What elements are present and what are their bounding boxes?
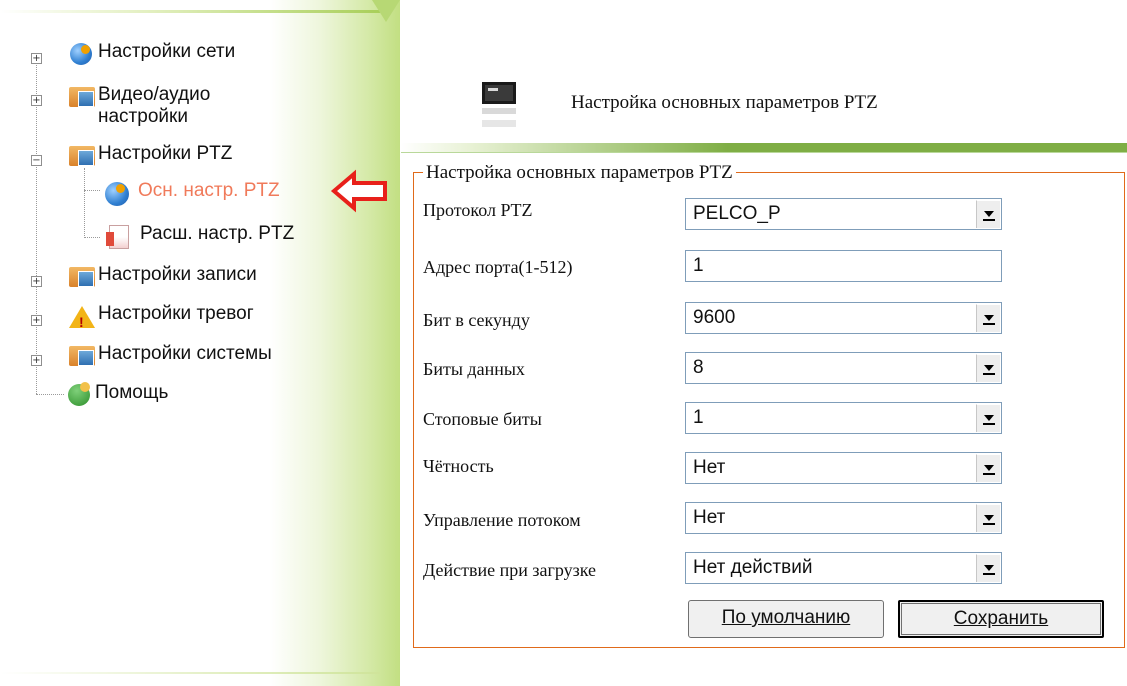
startup-action-value: Нет действий (693, 557, 813, 578)
chevron-down-icon[interactable] (976, 554, 1000, 582)
sidebar-item-label: Расш. настр. PTZ (140, 223, 295, 244)
stop-bits-value: 1 (693, 407, 704, 428)
folder-icon (67, 143, 97, 169)
chevron-down-icon[interactable] (976, 200, 1000, 228)
parity-select[interactable]: Нет (685, 452, 1002, 484)
field-label-stop-bits: Стоповые биты (423, 409, 542, 429)
sidebar-item-label: Настройки тревог (98, 303, 254, 324)
protocol-value: PELCO_P (693, 203, 781, 224)
sidebar-item-alarms[interactable]: Настройки тревог (67, 303, 254, 333)
sidebar-item-label: Настройки записи (98, 264, 257, 285)
tree-guide (84, 190, 100, 191)
network-globe-icon (67, 41, 97, 67)
field-label-baud-rate: Бит в секунду (423, 310, 530, 330)
chevron-down-icon[interactable] (976, 504, 1000, 532)
protocol-select[interactable]: PELCO_P (685, 198, 1002, 230)
expand-toggle-video[interactable]: + (31, 95, 42, 106)
field-label-protocol: Протокол PTZ (423, 200, 533, 220)
folder-icon (67, 343, 97, 369)
monitor-icon (482, 82, 516, 127)
data-bits-value: 8 (693, 357, 704, 378)
chevron-down-icon[interactable] (976, 354, 1000, 382)
data-bits-select[interactable]: 8 (685, 352, 1002, 384)
sidebar-item-system[interactable]: Настройки системы (67, 343, 272, 369)
port-address-input[interactable] (685, 250, 1002, 282)
baud-rate-value: 9600 (693, 307, 736, 328)
sidebar-item-help[interactable]: Помощь (64, 382, 168, 408)
startup-action-select[interactable]: Нет действий (685, 552, 1002, 584)
baud-rate-select[interactable]: 9600 (685, 302, 1002, 334)
sidebar-item-label: Настройки PTZ (98, 143, 233, 164)
globe-search-icon (101, 180, 139, 206)
flow-control-select[interactable]: Нет (685, 502, 1002, 534)
restore-defaults-button[interactable]: По умолчанию (688, 600, 884, 638)
sidebar-bottom-divider (0, 672, 380, 674)
sidebar-item-label: Настройки системы (98, 343, 272, 364)
expand-toggle-alarm[interactable]: + (31, 315, 42, 326)
tree-guide (36, 56, 37, 394)
chevron-down-icon[interactable] (976, 404, 1000, 432)
sidebar-item-label-line2: настройки (98, 106, 188, 127)
save-label: Сохранить (953, 608, 1049, 629)
flow-control-value: Нет (693, 507, 726, 528)
expand-toggle-record[interactable]: + (31, 276, 42, 287)
sidebar-item-basic-ptz[interactable]: Осн. настр. PTZ (101, 180, 280, 206)
save-button[interactable]: Сохранить (898, 600, 1104, 638)
fieldset-legend: Настройка основных параметров PTZ (423, 162, 736, 184)
stop-bits-select[interactable]: 1 (685, 402, 1002, 434)
sidebar-item-label-wrap: Видео/аудио настройки (98, 84, 210, 128)
sidebar-item-network[interactable]: Настройки сети (67, 41, 235, 67)
pointer-arrow-icon (330, 169, 387, 213)
restore-defaults-label: По умолчанию (721, 607, 851, 628)
expand-toggle-system[interactable]: + (31, 355, 42, 366)
field-label-port-address: Адрес порта(1-512) (423, 257, 573, 277)
sidebar-item-recording[interactable]: Настройки записи (67, 264, 257, 290)
field-label-flow-control: Управление потоком (423, 510, 581, 530)
parity-value: Нет (693, 457, 726, 478)
sidebar-notch (372, 0, 400, 22)
sidebar-item-label: Видео/аудио (98, 84, 211, 105)
help-users-icon (64, 382, 94, 408)
sidebar: + + − + + + Настройки сети Видео/аудио н… (0, 0, 400, 686)
sidebar-item-label: Помощь (95, 382, 169, 403)
field-label-parity: Чётность (423, 456, 494, 476)
page-title: Настройка основных параметров PTZ (571, 92, 878, 113)
sidebar-item-advanced-ptz[interactable]: Расш. настр. PTZ (103, 223, 294, 249)
sidebar-item-label: Настройки сети (98, 41, 236, 62)
tree-guide (84, 168, 85, 238)
chevron-down-icon[interactable] (976, 454, 1000, 482)
chevron-down-icon[interactable] (976, 304, 1000, 332)
field-label-startup-action: Действие при загрузке (423, 560, 597, 580)
sidebar-item-video-audio[interactable]: Видео/аудио настройки (67, 84, 210, 128)
expand-toggle-network[interactable]: + (31, 53, 42, 64)
collapse-toggle-ptz[interactable]: − (31, 155, 42, 166)
folder-icon (67, 84, 97, 110)
header-divider (401, 143, 1127, 153)
tree-guide (36, 394, 64, 395)
warning-icon (67, 303, 97, 333)
sidebar-item-label: Осн. настр. PTZ (138, 180, 280, 201)
field-label-data-bits: Биты данных (423, 359, 525, 379)
sidebar-item-ptz[interactable]: Настройки PTZ (67, 143, 232, 169)
sidebar-top-divider (0, 10, 380, 13)
folder-icon (67, 264, 97, 290)
document-icon (103, 223, 141, 249)
tree-guide (84, 237, 100, 238)
